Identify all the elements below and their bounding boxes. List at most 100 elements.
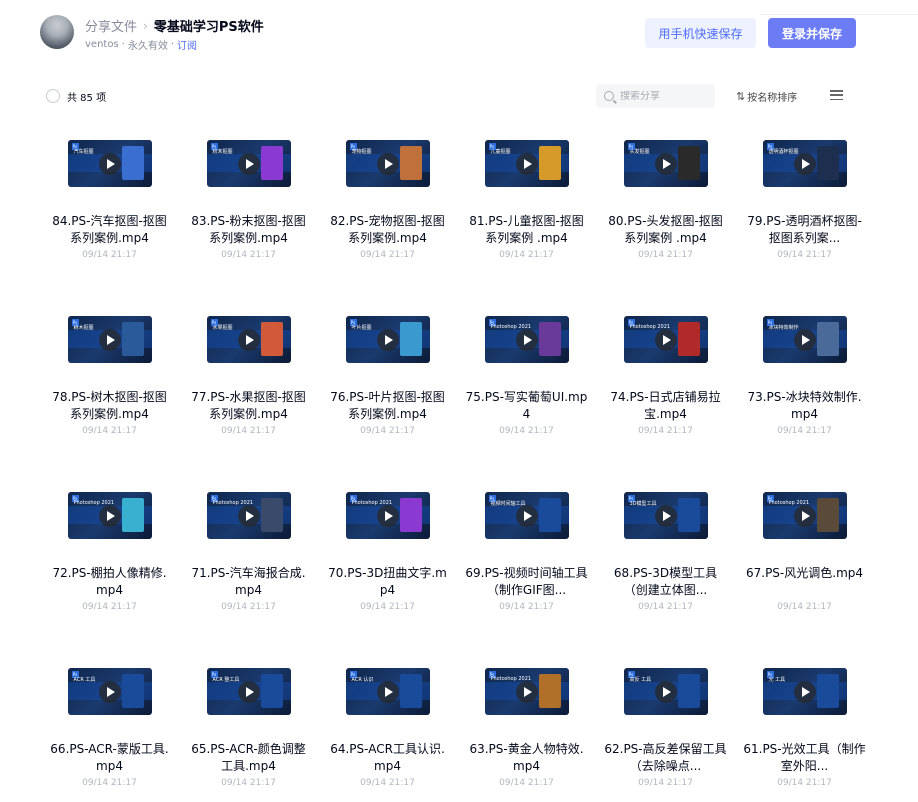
video-thumbnail[interactable]: Ps 叶片抠图	[345, 316, 430, 363]
video-thumbnail[interactable]: Ps Photoshop 2021	[623, 316, 708, 363]
video-thumbnail[interactable]: Ps Photoshop 2021	[484, 668, 569, 715]
play-icon[interactable]	[376, 152, 399, 175]
video-thumbnail[interactable]: Ps ACR 整工具	[206, 668, 291, 715]
video-thumbnail[interactable]: Ps 透明酒杯抠图	[762, 140, 847, 187]
file-name[interactable]: 82.PS-宠物抠图-抠图系列案例.mp4	[318, 213, 457, 247]
file-item[interactable]: Ps Photoshop 2021 74.PS-日式店铺易拉宝.mp4 09/14 2…	[596, 316, 735, 436]
file-name[interactable]: 80.PS-头发抠图-抠图系列案例 .mp4	[596, 213, 735, 247]
video-thumbnail[interactable]: Ps 光 工具	[762, 668, 847, 715]
file-item[interactable]: Ps 汽车抠图 84.PS-汽车抠图-抠图系列案例.mp4 09/14 21:17	[40, 140, 179, 260]
file-item[interactable]: Ps Photoshop 2021 72.PS-棚拍人像精修.mp4 09/14 21…	[40, 492, 179, 612]
search-box[interactable]	[596, 84, 715, 108]
file-name[interactable]: 67.PS-风光调色.mp4	[735, 565, 874, 599]
video-thumbnail[interactable]: Ps Photoshop 2021	[484, 316, 569, 363]
file-name[interactable]: 66.PS-ACR-蒙版工具.mp4	[40, 741, 179, 775]
play-icon[interactable]	[654, 504, 677, 527]
play-icon[interactable]	[237, 680, 260, 703]
play-icon[interactable]	[515, 152, 538, 175]
file-name[interactable]: 61.PS-光效工具（制作室外阳...	[735, 741, 874, 775]
file-item[interactable]: Ps Photoshop 2021 70.PS-3D扭曲文字.mp4 09/14 21…	[318, 492, 457, 612]
play-icon[interactable]	[793, 680, 816, 703]
file-name[interactable]: 75.PS-写实葡萄UI.mp4	[457, 389, 596, 423]
file-name[interactable]: 74.PS-日式店铺易拉宝.mp4	[596, 389, 735, 423]
file-name[interactable]: 68.PS-3D模型工具（创建立体图...	[596, 565, 735, 599]
file-item[interactable]: Ps 水果抠图 77.PS-水果抠图-抠图系列案例.mp4 09/14 21:17	[179, 316, 318, 436]
file-name[interactable]: 72.PS-棚拍人像精修.mp4	[40, 565, 179, 599]
file-name[interactable]: 77.PS-水果抠图-抠图系列案例.mp4	[179, 389, 318, 423]
play-icon[interactable]	[98, 152, 121, 175]
file-item[interactable]: Ps 视频时间轴工具 69.PS-视频时间轴工具（制作GIF图... 09/14 21…	[457, 492, 596, 612]
video-thumbnail[interactable]: Ps Photoshop 2021	[206, 492, 291, 539]
video-thumbnail[interactable]: Ps Photoshop 2021	[345, 492, 430, 539]
search-input[interactable]	[620, 90, 700, 102]
file-item[interactable]: Ps 头发抠图 80.PS-头发抠图-抠图系列案例 .mp4 09/14 21:17	[596, 140, 735, 260]
file-item[interactable]: Ps 透明酒杯抠图 79.PS-透明酒杯抠图-抠图系列案... 09/14 21:17	[735, 140, 874, 260]
file-item[interactable]: Ps Photoshop 2021 75.PS-写实葡萄UI.mp4 09/14 21…	[457, 316, 596, 436]
play-icon[interactable]	[793, 152, 816, 175]
video-thumbnail[interactable]: Ps 粉末抠图	[206, 140, 291, 187]
play-icon[interactable]	[98, 328, 121, 351]
file-item[interactable]: Ps ACR 工具 66.PS-ACR-蒙版工具.mp4 09/14 21:17	[40, 668, 179, 788]
file-item[interactable]: Ps Photoshop 2021 63.PS-黄金人物特效.mp4 09/14 21…	[457, 668, 596, 788]
play-icon[interactable]	[515, 680, 538, 703]
play-icon[interactable]	[237, 328, 260, 351]
subscribe-link[interactable]: 订阅	[177, 37, 197, 52]
video-thumbnail[interactable]: Ps ACR 工具	[67, 668, 152, 715]
file-name[interactable]: 84.PS-汽车抠图-抠图系列案例.mp4	[40, 213, 179, 247]
video-thumbnail[interactable]: Ps 高反 工具	[623, 668, 708, 715]
login-save-button[interactable]: 登录并保存	[768, 18, 856, 48]
file-name[interactable]: 62.PS-高反差保留工具（去除噪点...	[596, 741, 735, 775]
play-icon[interactable]	[654, 152, 677, 175]
breadcrumb-shared-files[interactable]: 分享文件	[85, 16, 137, 35]
file-item[interactable]: Ps Photoshop 2021 67.PS-风光调色.mp4 09/14 21:1…	[735, 492, 874, 612]
video-thumbnail[interactable]: Ps 树木抠图	[67, 316, 152, 363]
video-thumbnail[interactable]: Ps Photoshop 2021	[762, 492, 847, 539]
file-item[interactable]: Ps 粉末抠图 83.PS-粉末抠图-抠图系列案例.mp4 09/14 21:17	[179, 140, 318, 260]
list-view-icon[interactable]	[830, 90, 843, 100]
file-item[interactable]: Ps Photoshop 2021 71.PS-汽车海报合成.mp4 09/14 21…	[179, 492, 318, 612]
play-icon[interactable]	[237, 152, 260, 175]
video-thumbnail[interactable]: Ps 儿童抠图	[484, 140, 569, 187]
play-icon[interactable]	[376, 680, 399, 703]
video-thumbnail[interactable]: Ps Photoshop 2021	[67, 492, 152, 539]
play-icon[interactable]	[654, 680, 677, 703]
play-icon[interactable]	[654, 328, 677, 351]
play-icon[interactable]	[793, 504, 816, 527]
video-thumbnail[interactable]: Ps 视频时间轴工具	[484, 492, 569, 539]
file-name[interactable]: 63.PS-黄金人物特效.mp4	[457, 741, 596, 775]
video-thumbnail[interactable]: Ps 汽车抠图	[67, 140, 152, 187]
file-name[interactable]: 70.PS-3D扭曲文字.mp4	[318, 565, 457, 599]
file-item[interactable]: Ps ACR 认识 64.PS-ACR工具认识.mp4 09/14 21:17	[318, 668, 457, 788]
file-item[interactable]: Ps ACR 整工具 65.PS-ACR-颜色调整工具.mp4 09/14 21:17	[179, 668, 318, 788]
file-item[interactable]: Ps 高反 工具 62.PS-高反差保留工具（去除噪点... 09/14 21:17	[596, 668, 735, 788]
file-name[interactable]: 73.PS-冰块特效制作.mp4	[735, 389, 874, 423]
file-item[interactable]: Ps 宠物抠图 82.PS-宠物抠图-抠图系列案例.mp4 09/14 21:17	[318, 140, 457, 260]
file-name[interactable]: 65.PS-ACR-颜色调整工具.mp4	[179, 741, 318, 775]
file-name[interactable]: 69.PS-视频时间轴工具（制作GIF图...	[457, 565, 596, 599]
play-icon[interactable]	[376, 328, 399, 351]
file-name[interactable]: 83.PS-粉末抠图-抠图系列案例.mp4	[179, 213, 318, 247]
video-thumbnail[interactable]: Ps 宠物抠图	[345, 140, 430, 187]
play-icon[interactable]	[515, 328, 538, 351]
file-name[interactable]: 78.PS-树木抠图-抠图系列案例.mp4	[40, 389, 179, 423]
select-all-checkbox[interactable]	[46, 89, 60, 103]
file-item[interactable]: Ps 冰块特效制作 73.PS-冰块特效制作.mp4 09/14 21:17	[735, 316, 874, 436]
file-item[interactable]: Ps 儿童抠图 81.PS-儿童抠图-抠图系列案例 .mp4 09/14 21:17	[457, 140, 596, 260]
video-thumbnail[interactable]: Ps 头发抠图	[623, 140, 708, 187]
file-name[interactable]: 79.PS-透明酒杯抠图-抠图系列案...	[735, 213, 874, 247]
file-item[interactable]: Ps 光 工具 61.PS-光效工具（制作室外阳... 09/14 21:17	[735, 668, 874, 788]
video-thumbnail[interactable]: Ps 3D模型工具	[623, 492, 708, 539]
file-item[interactable]: Ps 树木抠图 78.PS-树木抠图-抠图系列案例.mp4 09/14 21:17	[40, 316, 179, 436]
file-name[interactable]: 64.PS-ACR工具认识.mp4	[318, 741, 457, 775]
file-name[interactable]: 76.PS-叶片抠图-抠图系列案例.mp4	[318, 389, 457, 423]
video-thumbnail[interactable]: Ps ACR 认识	[345, 668, 430, 715]
play-icon[interactable]	[793, 328, 816, 351]
video-thumbnail[interactable]: Ps 冰块特效制作	[762, 316, 847, 363]
file-item[interactable]: Ps 叶片抠图 76.PS-叶片抠图-抠图系列案例.mp4 09/14 21:17	[318, 316, 457, 436]
play-icon[interactable]	[237, 504, 260, 527]
sort-button[interactable]: ⇅ 按名称排序	[736, 89, 797, 104]
mobile-save-button[interactable]: 用手机快速保存	[645, 18, 756, 48]
video-thumbnail[interactable]: Ps 水果抠图	[206, 316, 291, 363]
play-icon[interactable]	[376, 504, 399, 527]
play-icon[interactable]	[98, 680, 121, 703]
